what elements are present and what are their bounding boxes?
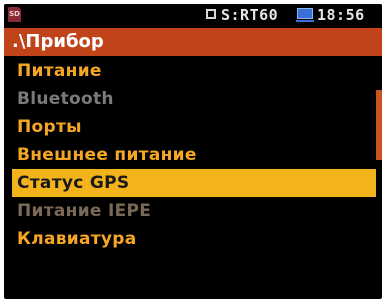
display-icon bbox=[297, 8, 313, 19]
menu-item-power[interactable]: Питание bbox=[12, 57, 376, 85]
clock: 18:56 bbox=[317, 6, 365, 24]
mode-checkbox-icon bbox=[206, 9, 216, 19]
menu-item-bluetooth[interactable]: Bluetooth bbox=[12, 85, 376, 113]
title-bar: .\Прибор bbox=[4, 28, 382, 56]
display-icon-base bbox=[296, 20, 314, 22]
status-bar: SD S:RT60 18:56 bbox=[4, 4, 382, 26]
page-title: .\Прибор bbox=[12, 31, 104, 52]
menu-list: Питание Bluetooth Порты Внешнее питание … bbox=[12, 57, 376, 253]
device-screen: SD S:RT60 18:56 .\Прибор Питание Bluetoo… bbox=[4, 4, 382, 299]
menu-item-ports[interactable]: Порты bbox=[12, 113, 376, 141]
menu-item-keyboard[interactable]: Клавиатура bbox=[12, 225, 376, 253]
scrollbar[interactable] bbox=[376, 90, 382, 160]
device-frame: SD S:RT60 18:56 .\Прибор Питание Bluetoo… bbox=[0, 0, 390, 303]
sd-card-icon: SD bbox=[8, 7, 21, 22]
menu-item-iepe-power[interactable]: Питание IEPE bbox=[12, 197, 376, 225]
measurement-mode: S:RT60 bbox=[221, 6, 279, 24]
menu-item-gps-status[interactable]: Статус GPS bbox=[12, 169, 376, 197]
menu-item-external-power[interactable]: Внешнее питание bbox=[12, 141, 376, 169]
